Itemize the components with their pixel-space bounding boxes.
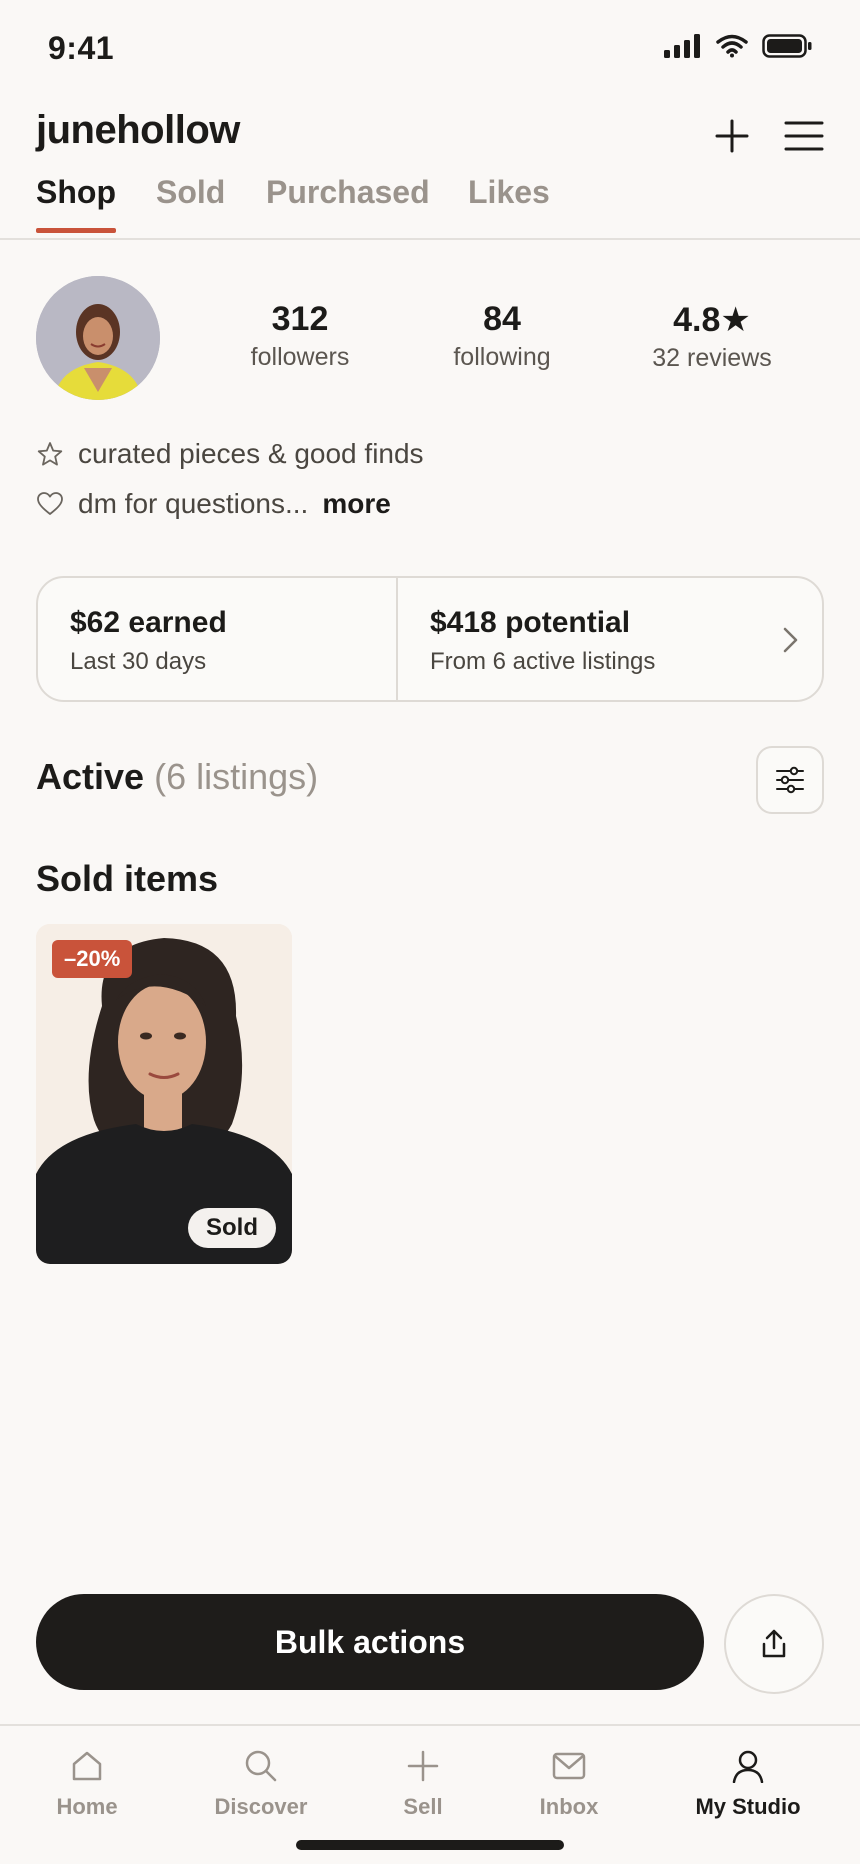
home-icon <box>17 1746 157 1786</box>
stat-followers[interactable]: 312 followers <box>238 300 362 372</box>
home-indicator <box>296 1840 564 1850</box>
profile-tabs: Shop Sold Purchased Likes <box>0 172 860 240</box>
nav-my-studio[interactable]: My Studio <box>678 1746 818 1820</box>
bio-text: dm for questions... <box>78 488 309 519</box>
active-title: Active <box>36 756 145 797</box>
battery-icon <box>762 34 812 58</box>
stat-reviews[interactable]: 4.8★ 32 reviews <box>632 300 792 373</box>
nav-sell[interactable]: Sell <box>353 1746 493 1820</box>
stat-label: followers <box>250 343 350 371</box>
bio-line: curated pieces & good finds <box>36 438 424 470</box>
add-button[interactable] <box>704 108 760 164</box>
nav-label: My Studio <box>695 1794 801 1819</box>
nav-inbox[interactable]: Inbox <box>499 1746 639 1820</box>
filter-button[interactable] <box>756 746 824 814</box>
search-icon <box>191 1746 331 1786</box>
sold-status-badge: Sold <box>188 1208 276 1248</box>
bio-text: curated pieces & good finds <box>78 438 424 469</box>
nav-label: Inbox <box>539 1794 599 1819</box>
stat-value: 312 <box>271 300 329 338</box>
stat-label: following <box>453 343 551 371</box>
earned-summary: $62 earned Last 30 days <box>70 578 227 700</box>
active-section-title: Active (6 listings) <box>36 756 318 798</box>
menu-button[interactable] <box>776 108 832 164</box>
bulk-actions-button[interactable]: Bulk actions <box>36 1594 704 1690</box>
star-outline-icon <box>36 440 64 468</box>
sold-section-title: Sold items <box>36 858 219 899</box>
earned-title: $62 earned <box>70 606 227 639</box>
tab-likes[interactable]: Likes <box>468 174 550 233</box>
earnings-card[interactable]: $62 earned Last 30 days $418 potential F… <box>36 576 824 702</box>
stat-following[interactable]: 84 following <box>440 300 564 372</box>
potential-summary: $418 potential From 6 active listings <box>430 578 655 700</box>
filter-icon <box>776 766 804 794</box>
hamburger-icon <box>784 121 824 151</box>
status-time: 9:41 <box>48 30 115 66</box>
discount-badge: –20% <box>52 940 133 978</box>
heart-outline-icon <box>36 490 64 518</box>
stat-value: 4.8★ <box>673 301 751 339</box>
avatar[interactable] <box>36 276 160 400</box>
bio-more-link[interactable]: more <box>322 488 390 520</box>
wifi-icon <box>716 34 748 58</box>
share-button[interactable] <box>724 1594 824 1694</box>
bio-line: dm for questions... more <box>36 488 391 520</box>
nav-discover[interactable]: Discover <box>191 1746 331 1820</box>
signal-icon <box>664 34 700 58</box>
plus-icon <box>353 1746 493 1786</box>
status-bar: 9:41 <box>0 0 860 100</box>
earned-subtitle: Last 30 days <box>70 648 207 675</box>
nav-label: Sell <box>403 1794 443 1819</box>
nav-label: Discover <box>214 1794 308 1819</box>
tab-purchased[interactable]: Purchased <box>266 174 430 233</box>
stat-label: 32 reviews <box>652 344 772 372</box>
user-icon <box>678 1746 818 1786</box>
mail-icon <box>499 1746 639 1786</box>
earnings-divider <box>396 578 398 700</box>
share-icon <box>762 1629 786 1658</box>
username: junehollow <box>36 108 240 152</box>
sold-item-card[interactable]: –20% Sold <box>36 924 292 1264</box>
potential-title: $418 potential <box>430 606 631 639</box>
potential-subtitle: From 6 active listings <box>430 648 656 675</box>
tab-sold[interactable]: Sold <box>156 174 225 233</box>
status-icons <box>664 34 812 58</box>
active-count: (6 listings) <box>154 756 319 797</box>
plus-icon <box>715 119 749 153</box>
nav-label: Home <box>56 1794 118 1819</box>
tab-shop[interactable]: Shop <box>36 174 116 233</box>
stat-value: 84 <box>483 300 521 338</box>
chevron-right-icon <box>783 627 798 653</box>
nav-home[interactable]: Home <box>17 1746 157 1820</box>
avatar-image <box>36 276 160 400</box>
